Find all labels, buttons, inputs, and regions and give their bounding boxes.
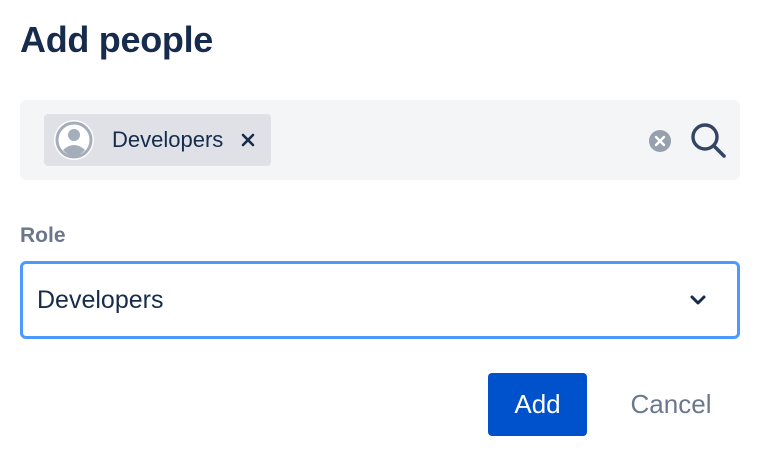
selected-chip: Developers [44,114,272,166]
search-icon[interactable] [688,120,728,160]
role-label: Role [20,224,66,247]
dialog-title: Add people [20,19,213,60]
cancel-button[interactable]: Cancel [612,373,730,436]
people-picker[interactable]: Developers [20,100,740,180]
chip-label: Developers [112,127,224,152]
chip-remove-icon[interactable] [239,131,257,149]
avatar-icon [54,120,94,160]
role-select-value: Developers [37,285,164,314]
add-people-dialog: Add people Developers Role Developers Ad… [0,0,766,464]
add-button[interactable]: Add [488,373,587,436]
chevron-down-icon [689,291,707,309]
clear-icon[interactable] [648,129,672,153]
role-select[interactable]: Developers [20,261,740,339]
